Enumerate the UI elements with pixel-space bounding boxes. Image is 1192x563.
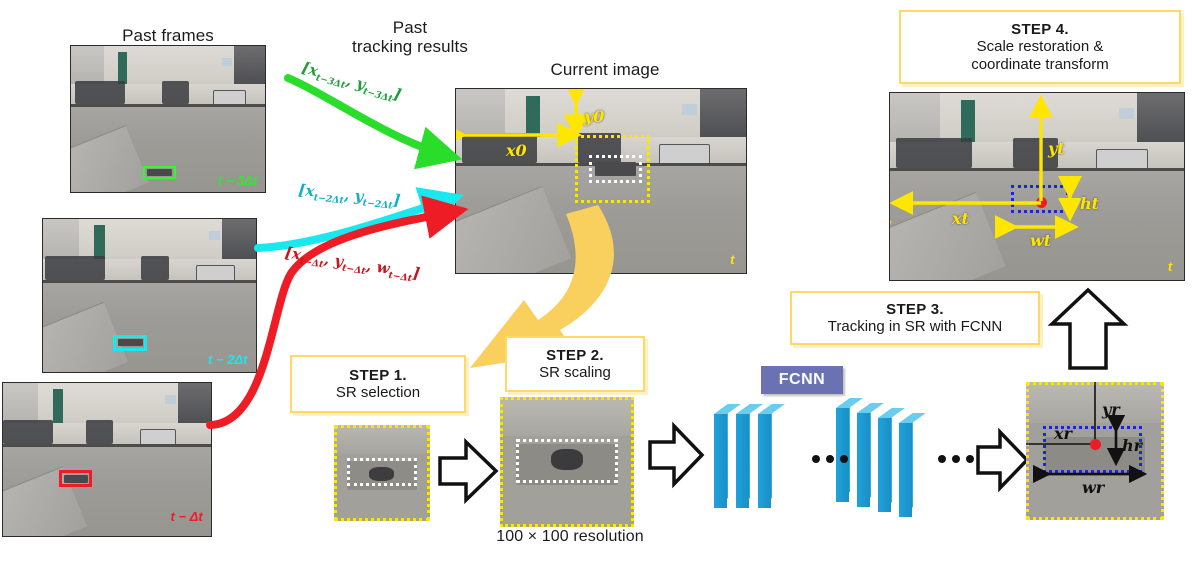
past-frame-t-3dt: t − 3Δt — [70, 45, 266, 193]
label-x0: x0 — [506, 141, 527, 160]
frame-timestamp-t-dt: t − Δt — [170, 508, 203, 524]
step-2-box: STEP 2. SR scaling — [505, 336, 645, 392]
label-wt: wt — [1030, 231, 1052, 250]
photo-motorbikes-mid — [140, 255, 169, 281]
photo-motorbikes-left — [45, 255, 105, 281]
step-4-title: STEP 4. — [1011, 21, 1069, 39]
target-box-cyan — [113, 335, 148, 351]
label-yr: yr — [1102, 400, 1120, 419]
step-4-box: STEP 4. Scale restoration & coordinate t… — [899, 10, 1181, 84]
target-box-inner-step2 — [516, 438, 618, 483]
formula-t-dt: [xt−Δt, yt−Δt, wt−Δt] — [283, 243, 422, 285]
arrow-step2-to-fcnn — [648, 421, 705, 489]
ellipsis-1 — [812, 455, 848, 463]
photo-motorbikes-mid — [86, 419, 114, 445]
drone-target — [117, 339, 143, 347]
label-hr: hr — [1122, 436, 1143, 455]
cnn-group-2 — [836, 398, 926, 517]
step-3-title: STEP 3. — [886, 300, 944, 318]
step-1-box: STEP 1. SR selection — [290, 355, 466, 413]
label-ht: ht — [1080, 194, 1100, 213]
target-box-red — [59, 470, 93, 488]
sr-crop-step1 — [334, 425, 430, 521]
label-xr: xr — [1054, 424, 1072, 443]
step-1-body: SR selection — [335, 383, 421, 401]
final-result-image: yt xt ht wt t — [889, 92, 1185, 281]
sr-crop-step2 — [500, 397, 634, 527]
predicted-center-dot — [1090, 439, 1101, 450]
ellipsis-2 — [938, 455, 974, 463]
step-3-body: Tracking in SR with FCNN — [827, 317, 1003, 335]
formula-t-2dt: [xt−2Δt, yt−2Δt] — [297, 180, 402, 212]
past-frame-t-dt: t − Δt — [2, 382, 212, 537]
photo-sign — [222, 57, 233, 67]
label-yt: yt — [1048, 139, 1065, 158]
heading-past-tracking-results: Past tracking results — [352, 18, 468, 57]
final-image-axes — [890, 94, 1082, 239]
photo-sign — [165, 395, 176, 405]
photo-sign — [209, 231, 220, 241]
current-image-timestamp: t — [730, 252, 735, 268]
photo-door — [52, 389, 64, 426]
drone-target — [146, 168, 172, 176]
photo-horizon-line — [43, 280, 256, 283]
caption-resolution: 100 × 100 resolution — [496, 528, 644, 545]
step-2-body: SR scaling — [539, 363, 611, 381]
step-4-body: Scale restoration & coordinate transform — [971, 38, 1109, 73]
target-box-green — [142, 165, 176, 179]
final-image-timestamp: t — [1167, 259, 1173, 275]
label-y0: y0 — [584, 107, 605, 126]
drone-target — [63, 474, 88, 483]
cnn-group-1 — [714, 404, 785, 508]
label-wr: wr — [1082, 478, 1105, 497]
frame-timestamp-t-2dt: t − 2Δt — [208, 352, 248, 368]
frame-timestamp-t-3dt: t − 3Δt — [217, 172, 258, 188]
heading-current-image: Current image — [550, 60, 660, 79]
photo-motorbikes-mid — [162, 81, 190, 105]
target-box-inner-step1 — [347, 457, 417, 487]
heading-past-frames: Past frames — [122, 26, 214, 45]
photo-motorbikes-left — [74, 81, 126, 105]
sr-result-image: yr xr hr wr — [1026, 382, 1164, 520]
photo-motorbikes-left — [3, 419, 53, 445]
label-xt: xt — [952, 209, 969, 228]
past-frame-t-2dt: t − 2Δt — [42, 218, 257, 373]
photo-horizon-line — [71, 104, 265, 107]
sr-result-axes — [1026, 382, 1148, 484]
arrow-step1-to-step2 — [438, 437, 499, 505]
current-image: y0 x0 t — [455, 88, 747, 274]
step-1-title: STEP 1. — [349, 366, 407, 384]
formula-t-3dt: [xt−3Δt, yt−3Δt] — [299, 58, 404, 105]
step-2-title: STEP 2. — [546, 346, 604, 364]
arrow-up-to-step4 — [1047, 287, 1129, 370]
step-3-box: STEP 3. Tracking in SR with FCNN — [790, 291, 1040, 345]
